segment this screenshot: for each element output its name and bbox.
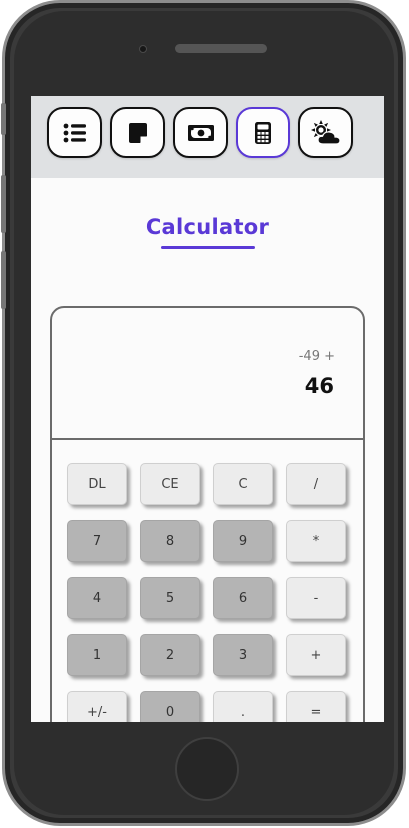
volume-up-button <box>1 175 6 233</box>
sticky-note-icon <box>128 122 147 143</box>
nav-weather-button[interactable] <box>298 107 353 158</box>
key-3[interactable]: 3 <box>213 634 273 676</box>
key-2[interactable]: 2 <box>140 634 200 676</box>
key-0[interactable]: 0 <box>140 691 200 722</box>
app-nav <box>31 96 384 178</box>
key-decimal[interactable]: . <box>213 691 273 722</box>
key-9[interactable]: 9 <box>213 520 273 562</box>
key-equals[interactable]: = <box>286 691 346 722</box>
calculator: -49 + 46 DL CE C / 7 8 9 * 4 5 6 - 1 2 3… <box>50 306 365 722</box>
key-divide[interactable]: / <box>286 463 346 505</box>
page-title: Calculator <box>145 215 270 239</box>
key-multiply[interactable]: * <box>286 520 346 562</box>
nav-notes-button[interactable] <box>110 107 165 158</box>
app-screen: Calculator -49 + 46 DL CE C / 7 8 9 * 4 … <box>31 96 384 722</box>
key-clear-entry[interactable]: CE <box>140 463 200 505</box>
sun-cloud-icon <box>310 119 341 145</box>
key-4[interactable]: 4 <box>67 577 127 619</box>
key-8[interactable]: 8 <box>140 520 200 562</box>
key-clear[interactable]: C <box>213 463 273 505</box>
nav-money-button[interactable] <box>173 107 228 158</box>
money-bill-icon <box>187 124 214 141</box>
list-icon <box>63 123 86 142</box>
key-add[interactable]: + <box>286 634 346 676</box>
nav-calculator-button[interactable] <box>236 107 290 158</box>
calculator-expression: -49 + <box>298 349 335 364</box>
key-subtract[interactable]: - <box>286 577 346 619</box>
key-7[interactable]: 7 <box>67 520 127 562</box>
front-camera <box>139 45 147 53</box>
earpiece-speaker <box>175 44 267 53</box>
home-button[interactable] <box>175 737 239 801</box>
mute-switch <box>1 103 6 135</box>
key-1[interactable]: 1 <box>67 634 127 676</box>
calculator-result: 46 <box>304 374 334 398</box>
key-6[interactable]: 6 <box>213 577 273 619</box>
nav-list-button[interactable] <box>47 107 102 158</box>
key-negate[interactable]: +/- <box>67 691 127 722</box>
calculator-keypad: DL CE C / 7 8 9 * 4 5 6 - 1 2 3 + +/- 0 … <box>67 463 357 722</box>
title-underline <box>161 246 255 249</box>
calculator-icon <box>255 121 271 144</box>
key-5[interactable]: 5 <box>140 577 200 619</box>
calculator-display: -49 + 46 <box>52 308 363 440</box>
key-delete-last[interactable]: DL <box>67 463 127 505</box>
volume-down-button <box>1 251 6 309</box>
